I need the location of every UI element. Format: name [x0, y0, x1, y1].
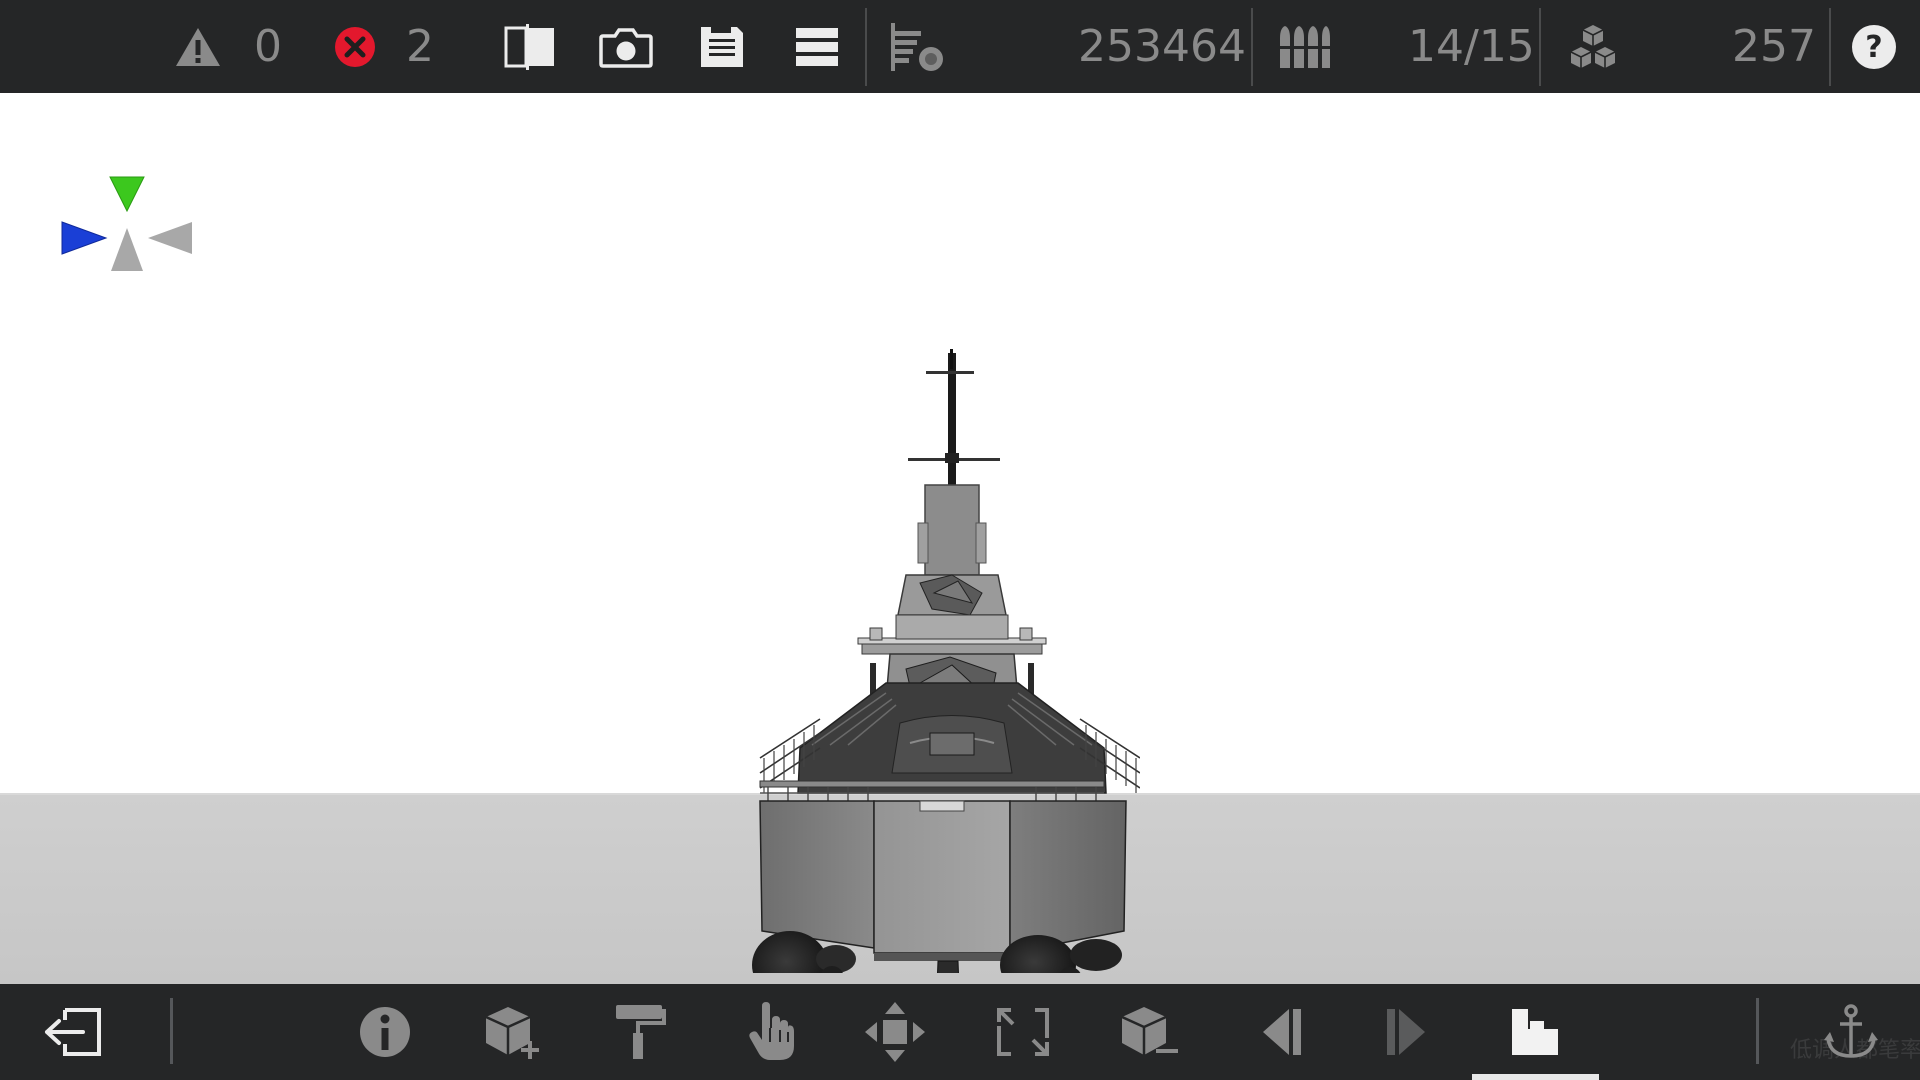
remove-block-button[interactable]: [1114, 984, 1184, 1080]
toolbar-separator: [170, 998, 173, 1064]
help-question-icon: ?: [1852, 24, 1896, 69]
ammo-shells-icon: [1278, 25, 1330, 68]
blocks-button[interactable]: [1562, 0, 1624, 93]
exit-icon: [45, 1008, 101, 1056]
ship-editor-app: 0 2 253464 14/15 257 ? 低调人都笔率: [0, 0, 1920, 1080]
undo-button[interactable]: [1254, 984, 1310, 1080]
move-arrows-icon: [865, 1002, 925, 1062]
blocks-stack-icon: [1570, 24, 1616, 68]
anchor-button[interactable]: [1818, 984, 1884, 1080]
layers-menu-icon: [796, 27, 838, 66]
move-button[interactable]: [862, 984, 928, 1080]
toolbar-separator: [1756, 998, 1759, 1064]
parts-count: 14/15: [1408, 21, 1535, 72]
info-icon: [360, 1007, 410, 1057]
performance-bars-icon: [891, 22, 943, 71]
warning-button[interactable]: [170, 0, 226, 93]
paint-button[interactable]: [608, 984, 672, 1080]
layers-button[interactable]: [788, 0, 846, 93]
bottom-toolbar: 低调人都笔率: [0, 984, 1920, 1080]
info-button[interactable]: [356, 984, 414, 1080]
editor-viewport[interactable]: [0, 93, 1920, 984]
remove-block-icon: [1121, 1007, 1178, 1055]
add-block-button[interactable]: [478, 984, 548, 1080]
warning-triangle-icon: [176, 27, 220, 66]
error-count: 2: [406, 21, 434, 72]
anchor-icon: [1824, 1004, 1878, 1058]
help-button[interactable]: ?: [1848, 0, 1900, 93]
svg-text:?: ?: [1865, 30, 1882, 65]
camera-icon: [599, 27, 653, 68]
exit-button[interactable]: [40, 984, 106, 1080]
triangle-count: 253464: [1078, 21, 1246, 72]
save-button[interactable]: [694, 0, 750, 93]
warning-count: 0: [254, 21, 282, 72]
ammo-button[interactable]: [1272, 0, 1336, 93]
select-button[interactable]: [742, 984, 802, 1080]
toolbar-separator: [1539, 8, 1541, 86]
hand-pointer-icon: [749, 1002, 794, 1060]
performance-button[interactable]: [884, 0, 950, 93]
top-toolbar: 0 2 253464 14/15 257 ?: [0, 0, 1920, 93]
toolbar-separator: [1829, 8, 1831, 86]
split-view-icon: [504, 23, 554, 70]
error-button[interactable]: [330, 0, 380, 93]
redo-triangle-icon: [1387, 1009, 1425, 1055]
add-block-icon: [485, 1007, 539, 1059]
toolbar-separator: [1251, 8, 1253, 86]
paint-roller-icon: [616, 1005, 666, 1059]
save-floppy-icon: [701, 26, 743, 67]
stack-blocks-icon: [1512, 1009, 1558, 1055]
stack-button[interactable]: [1502, 984, 1568, 1080]
scale-button[interactable]: [990, 984, 1056, 1080]
split-view-button[interactable]: [500, 0, 560, 93]
redo-button[interactable]: [1378, 984, 1434, 1080]
ship-model[interactable]: [720, 253, 1140, 973]
block-count: 257: [1732, 21, 1816, 72]
orientation-gizmo-icon[interactable]: [58, 133, 198, 273]
undo-triangle-icon: [1263, 1009, 1301, 1055]
error-x-circle-icon: [335, 26, 375, 67]
screenshot-button[interactable]: [596, 0, 656, 93]
active-tool-indicator: [1472, 1074, 1599, 1080]
scale-frame-icon: [997, 1008, 1049, 1056]
toolbar-separator: [865, 8, 867, 86]
